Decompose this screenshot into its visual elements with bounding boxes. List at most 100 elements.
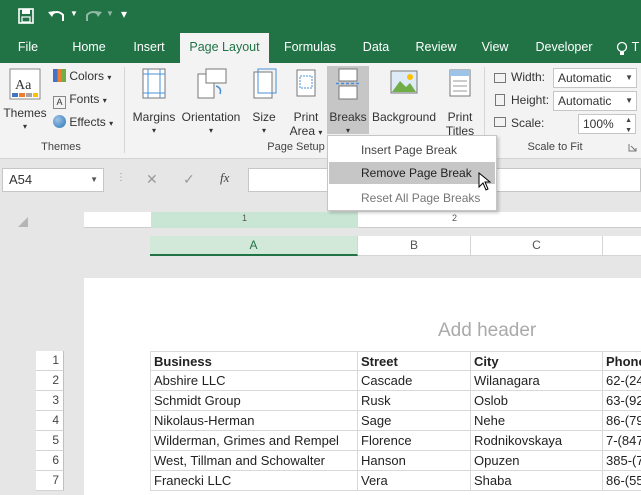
- print-area-dropdown-icon: ▾: [318, 128, 323, 137]
- tab-view[interactable]: View: [474, 33, 516, 63]
- menu-item-remove-page-break[interactable]: Remove Page Break: [329, 162, 495, 184]
- header-placeholder[interactable]: Add header: [438, 320, 536, 342]
- formula-bar: A54 ▼ ⋮ ✕ ✓ fx: [0, 160, 641, 198]
- fonts-dropdown-icon: ▾: [102, 96, 107, 105]
- print-titles-button[interactable]: Print Titles: [440, 68, 480, 138]
- row-number[interactable]: 6: [36, 451, 64, 471]
- size-icon: [253, 68, 277, 99]
- select-all-icon[interactable]: [16, 215, 30, 229]
- table-cell[interactable]: Oslob: [471, 391, 603, 411]
- scale-value: 100%: [583, 117, 614, 131]
- table-cell[interactable]: Franecki LLC: [150, 471, 358, 491]
- width-icon: [494, 73, 506, 83]
- fonts-button[interactable]: A Fonts ▾: [53, 92, 107, 109]
- column-header-c[interactable]: C: [471, 236, 603, 256]
- cancel-icon[interactable]: ✕: [146, 171, 158, 188]
- colors-button[interactable]: Colors ▾: [53, 69, 111, 83]
- row-number[interactable]: 7: [36, 471, 64, 491]
- formula-bar-splitter-icon[interactable]: ⋮: [116, 172, 126, 183]
- table-cell[interactable]: Cascade: [358, 371, 471, 391]
- table-cell[interactable]: 86-(55: [603, 471, 641, 491]
- spin-down-icon[interactable]: ▼: [625, 122, 632, 140]
- tab-file[interactable]: File: [8, 33, 48, 63]
- column-header-a[interactable]: A: [150, 236, 358, 256]
- height-label: Height:: [511, 93, 550, 107]
- enter-icon[interactable]: ✓: [183, 171, 195, 188]
- row-number[interactable]: 2: [36, 371, 64, 391]
- table-cell[interactable]: West, Tillman and Schowalter: [150, 451, 358, 471]
- themes-button[interactable]: Aa Themes ▾: [2, 68, 48, 131]
- row-number[interactable]: 1: [36, 351, 64, 371]
- effects-button[interactable]: Effects ▾: [53, 115, 113, 129]
- table-cell[interactable]: 63-(92: [603, 391, 641, 411]
- table-cell[interactable]: Shaba: [471, 471, 603, 491]
- width-select[interactable]: Automatic ▼: [553, 68, 637, 88]
- breaks-button[interactable]: Breaks ▾: [327, 68, 369, 135]
- chevron-down-icon[interactable]: ▼: [90, 169, 98, 191]
- customize-qat-icon[interactable]: ▾: [121, 7, 127, 21]
- table-cell[interactable]: Sage: [358, 411, 471, 431]
- tab-developer[interactable]: Developer: [528, 33, 600, 63]
- scale-label: Scale:: [511, 116, 545, 130]
- background-icon: [390, 70, 418, 94]
- lightbulb-icon[interactable]: [616, 41, 628, 57]
- table-cell[interactable]: 62-(24: [603, 371, 641, 391]
- redo-dropdown-icon[interactable]: ▼: [106, 9, 114, 18]
- table-cell[interactable]: 7-(847: [603, 431, 641, 451]
- table-cell[interactable]: Abshire LLC: [150, 371, 358, 391]
- dialog-launcher-icon[interactable]: [628, 143, 637, 152]
- column-header-b[interactable]: B: [358, 236, 471, 256]
- themes-label: Themes: [3, 106, 47, 120]
- table-cell[interactable]: Schmidt Group: [150, 391, 358, 411]
- table-cell[interactable]: Nikolaus-Herman: [150, 411, 358, 431]
- table-header-cell[interactable]: Street: [358, 351, 471, 371]
- table-cell[interactable]: Rodnikovskaya: [471, 431, 603, 451]
- menu-item-insert-page-break[interactable]: Insert Page Break: [329, 139, 495, 161]
- tab-home[interactable]: Home: [66, 33, 112, 63]
- undo-icon[interactable]: [47, 7, 67, 25]
- tab-review[interactable]: Review: [410, 33, 462, 63]
- height-select[interactable]: Automatic ▼: [553, 91, 637, 111]
- table-cell[interactable]: Wilderman, Grimes and Rempel: [150, 431, 358, 451]
- menu-item-reset-all-page-breaks[interactable]: Reset All Page Breaks: [329, 187, 495, 209]
- table-cell[interactable]: Florence: [358, 431, 471, 451]
- table-cell[interactable]: 86-(79: [603, 411, 641, 431]
- themes-dropdown-icon: ▾: [22, 122, 27, 131]
- table-header-cell[interactable]: Business: [150, 351, 358, 371]
- print-area-button[interactable]: Print Area ▾: [286, 68, 326, 138]
- row-number[interactable]: 3: [36, 391, 64, 411]
- print-titles-icon: [449, 69, 471, 97]
- tab-formulas[interactable]: Formulas: [278, 33, 342, 63]
- scale-spinner[interactable]: 100% ▲ ▼: [578, 114, 636, 134]
- colors-label: Colors: [69, 69, 105, 83]
- table-cell[interactable]: Opuzen: [471, 451, 603, 471]
- tab-insert[interactable]: Insert: [124, 33, 174, 63]
- undo-dropdown-icon[interactable]: ▼: [70, 9, 78, 18]
- table-cell[interactable]: Hanson: [358, 451, 471, 471]
- ribbon-tabs: File Home Insert Page Layout Formulas Da…: [0, 33, 641, 63]
- name-box[interactable]: A54 ▼: [2, 168, 104, 192]
- worksheet-area: 1 2 A B C Add header 1 2 3 4 5 6 7 Busin…: [0, 198, 641, 495]
- row-number[interactable]: 4: [36, 411, 64, 431]
- tab-data[interactable]: Data: [354, 33, 398, 63]
- row-number[interactable]: 5: [36, 431, 64, 451]
- table-cell[interactable]: Rusk: [358, 391, 471, 411]
- table-header-cell[interactable]: City: [471, 351, 603, 371]
- print-area-label-2: Area ▾: [289, 124, 323, 138]
- table-cell[interactable]: Wilanagara: [471, 371, 603, 391]
- tab-tell-me[interactable]: T: [630, 33, 641, 63]
- insert-function-icon[interactable]: fx: [220, 170, 229, 186]
- table-cell[interactable]: Vera: [358, 471, 471, 491]
- column-header-d[interactable]: [603, 236, 641, 256]
- redo-icon[interactable]: [83, 7, 103, 25]
- size-button[interactable]: Size ▾: [246, 68, 282, 135]
- background-button[interactable]: Background: [370, 68, 438, 124]
- effects-label: Effects: [69, 115, 106, 129]
- tab-page-layout[interactable]: Page Layout: [180, 33, 269, 63]
- table-cell[interactable]: Nehe: [471, 411, 603, 431]
- orientation-button[interactable]: Orientation ▾: [180, 68, 242, 135]
- table-cell[interactable]: 385-(7: [603, 451, 641, 471]
- table-header-cell[interactable]: Phone: [603, 351, 641, 371]
- save-icon[interactable]: [18, 8, 34, 24]
- margins-button[interactable]: Margins ▾: [130, 68, 178, 135]
